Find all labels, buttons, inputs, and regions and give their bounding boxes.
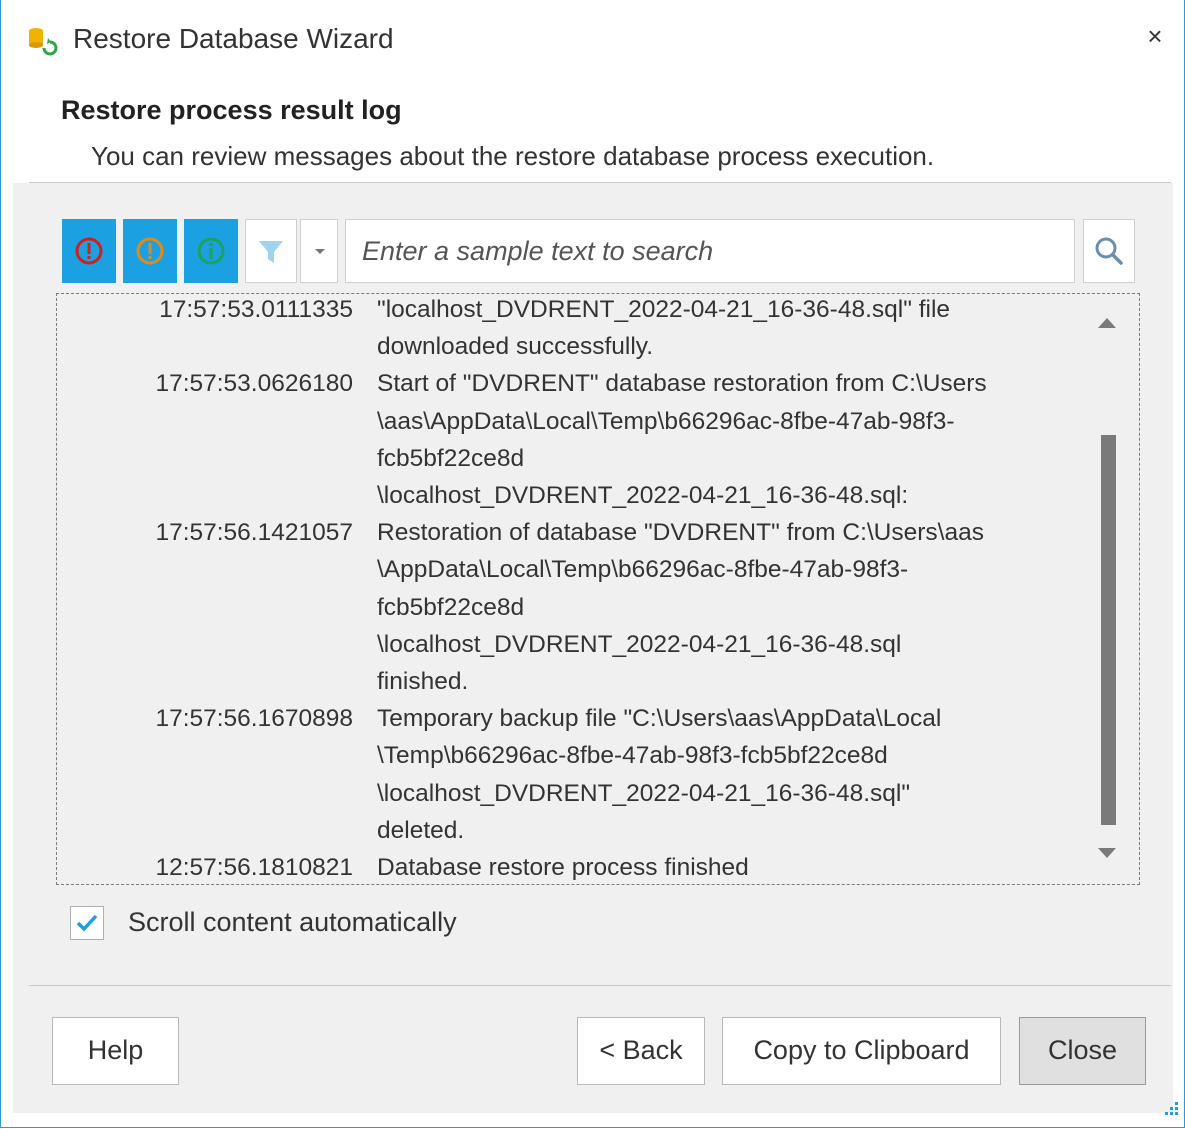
search-input[interactable]	[345, 219, 1075, 283]
log-entry-message: "localhost_DVDRENT_2022-04-21_16-36-48.s…	[377, 294, 1057, 365]
info-circle-icon	[197, 237, 225, 265]
scroll-up-arrow[interactable]	[1098, 318, 1116, 328]
log-message-line: Temporary backup file "C:\Users\aas\AppD…	[377, 705, 942, 733]
log-message-line: fcb5bf22ce8d	[377, 444, 525, 472]
resize-grip-icon[interactable]	[1161, 1098, 1181, 1118]
window-title: Restore Database Wizard	[73, 23, 394, 54]
log-message-line: finished.	[377, 668, 469, 696]
log-entry-time: 12:57:56.1810821	[155, 854, 353, 882]
log-message-line: \aas\AppData\Local\Temp\b66296ac-8fbe-47…	[377, 407, 955, 435]
log-entry[interactable]: 12:57:56.1810821 Database restore process…	[57, 849, 1057, 884]
close-button[interactable]: Close	[1019, 1017, 1146, 1085]
log-message-line: fcb5bf22ce8d	[377, 593, 525, 621]
warning-circle-icon	[136, 237, 164, 265]
log-entry[interactable]: 17:57:56.1421057 Restoration of database …	[57, 514, 1057, 700]
checkmark-icon	[76, 914, 98, 932]
log-message-line: Database restore process finished	[377, 854, 749, 882]
back-button[interactable]: < Back	[577, 1017, 705, 1085]
filter-dropdown-button[interactable]	[300, 219, 338, 283]
log-entry-message: Start of "DVDRENT" database restoration …	[377, 365, 1057, 514]
scrollbar-thumb[interactable]	[1101, 435, 1116, 825]
auto-scroll-checkbox[interactable]	[70, 906, 104, 940]
log-message-line: deleted.	[377, 816, 465, 844]
database-restore-icon	[29, 28, 58, 56]
search-icon	[1095, 237, 1123, 265]
log-entry[interactable]: 17:57:53.0111335 "localhost_DVDRENT_2022-…	[57, 294, 1057, 365]
log-entry-time: 17:57:56.1421057	[155, 519, 353, 547]
help-button[interactable]: Help	[52, 1017, 179, 1085]
page-subtitle: You can review messages about the restor…	[91, 141, 935, 171]
show-warnings-toggle[interactable]	[123, 219, 177, 283]
log-message-line: \AppData\Local\Temp\b66296ac-8fbe-47ab-9…	[377, 556, 909, 584]
auto-scroll-label[interactable]: Scroll content automatically	[128, 907, 457, 938]
log-entry-message: Restoration of database "DVDRENT" from C…	[377, 514, 1057, 700]
show-info-toggle[interactable]	[184, 219, 238, 283]
show-errors-toggle[interactable]	[62, 219, 116, 283]
log-message-line: \localhost_DVDRENT_2022-04-21_16-36-48.s…	[377, 630, 902, 658]
log-message-line: \localhost_DVDRENT_2022-04-21_16-36-48.s…	[377, 779, 911, 807]
funnel-icon	[259, 241, 283, 263]
chevron-down-icon	[315, 249, 325, 254]
footer-divider	[29, 985, 1171, 986]
log-message-line: Start of "DVDRENT" database restoration …	[377, 370, 987, 398]
log-list[interactable]: 17:57:53.0111335 "localhost_DVDRENT_2022-…	[56, 293, 1140, 885]
log-message-line: downloaded successfully.	[377, 333, 654, 361]
title-bar: Restore Database Wizard ×	[1, 0, 1184, 80]
copy-to-clipboard-button[interactable]: Copy to Clipboard	[722, 1017, 1001, 1085]
log-message-line: Restoration of database "DVDRENT" from C…	[377, 519, 984, 547]
log-entry-time: 17:57:53.0111335	[159, 296, 353, 323]
filter-button[interactable]	[245, 219, 297, 283]
log-entry[interactable]: 17:57:56.1670898 Temporary backup file "C…	[57, 700, 1057, 849]
log-entry-message: Temporary backup file "C:\Users\aas\AppD…	[377, 700, 1057, 849]
close-icon[interactable]: ×	[1139, 20, 1171, 52]
log-entry-time: 17:57:56.1670898	[155, 705, 353, 733]
log-entry[interactable]: 17:57:53.0626180 Start of "DVDRENT" datab…	[57, 365, 1057, 514]
log-message-line: \localhost_DVDRENT_2022-04-21_16-36-48.s…	[377, 482, 909, 510]
error-circle-icon	[75, 237, 103, 265]
log-entry-message: Database restore process finished	[377, 849, 1057, 884]
log-entry-time: 17:57:53.0626180	[155, 370, 353, 398]
log-message-line: "localhost_DVDRENT_2022-04-21_16-36-48.s…	[377, 296, 951, 323]
scroll-down-arrow[interactable]	[1098, 848, 1116, 858]
log-message-line: \Temp\b66296ac-8fbe-47ab-98f3-fcb5bf22ce…	[377, 742, 888, 770]
restore-wizard-dialog: Restore Database Wizard × Restore proces…	[0, 0, 1185, 1128]
page-title: Restore process result log	[61, 95, 402, 125]
search-button[interactable]	[1083, 219, 1135, 283]
